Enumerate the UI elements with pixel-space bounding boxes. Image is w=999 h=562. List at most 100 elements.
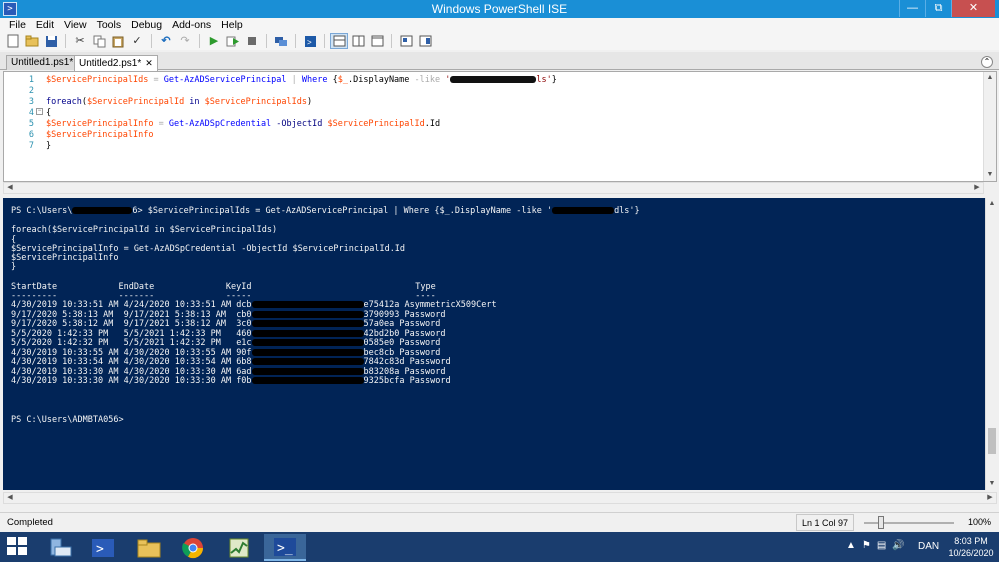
menu-file[interactable]: File (4, 18, 31, 32)
console-horizontal-scrollbar[interactable]: ◀ ▶ (3, 492, 997, 504)
redaction-scribble (552, 207, 615, 214)
redaction-scribble (251, 367, 364, 375)
title-bar[interactable]: > Windows PowerShell ISE — ⧉ ✕ (0, 0, 999, 18)
close-button[interactable]: ✕ (951, 0, 995, 17)
key-id-cell-end: 9325bcfa (363, 376, 405, 386)
menu-debug[interactable]: Debug (126, 18, 167, 32)
end-date-cell: 4/24/2020 10:33:51 AM (123, 300, 232, 310)
menu-edit[interactable]: Edit (31, 18, 59, 32)
windows-start-icon[interactable] (6, 536, 30, 558)
console-command-line: PS C:\Users\ 6> $ServicePrincipalIds = Ge… (11, 206, 640, 216)
scroll-down-icon[interactable]: ▼ (984, 169, 996, 181)
clock-date: 10/26/2020 (948, 548, 994, 558)
file-explorer-icon[interactable] (128, 534, 170, 561)
remote-powershell-icon[interactable] (272, 33, 290, 49)
show-script-pane-right-icon[interactable] (349, 33, 367, 49)
volume-icon[interactable]: 🔊 (892, 540, 904, 551)
token: { (327, 75, 338, 85)
token: ' (440, 75, 451, 85)
new-file-icon[interactable] (4, 33, 22, 49)
redaction-scribble (251, 348, 364, 356)
server-manager-icon[interactable] (40, 534, 82, 561)
show-script-pane-top-icon[interactable] (330, 33, 348, 49)
key-id-cell-end: 57a0ea (363, 319, 395, 329)
paste-icon[interactable] (109, 33, 127, 49)
scroll-right-icon[interactable]: ▶ (971, 183, 983, 193)
collapse-script-pane-icon[interactable]: ⌃ (981, 56, 993, 68)
show-command-addon-icon[interactable] (416, 33, 434, 49)
end-date-cell: 4/30/2020 10:33:55 AM (123, 347, 232, 358)
line-number: 3 (28, 97, 34, 107)
show-script-pane-maximized-icon[interactable] (368, 33, 386, 49)
editor-vertical-scrollbar[interactable]: ▲ ▼ (983, 72, 996, 181)
copy-icon[interactable] (90, 33, 108, 49)
zoom-slider-thumb[interactable] (878, 516, 884, 529)
show-command-window-icon[interactable] (397, 33, 415, 49)
scrollbar-thumb[interactable] (988, 428, 996, 454)
status-text: Completed (7, 517, 53, 528)
fold-toggle-icon[interactable]: − (36, 108, 43, 115)
console-info-var-line: $ServicePrincipalInfo (11, 253, 119, 263)
type-cell: Password (399, 347, 441, 358)
scroll-left-icon[interactable]: ◀ (4, 493, 16, 503)
line-number: 7 (28, 141, 34, 151)
minimize-button[interactable]: — (899, 0, 925, 17)
cut-icon[interactable]: ✂ (71, 33, 89, 49)
powershell-icon[interactable]: > (82, 534, 124, 561)
editor-horizontal-scrollbar[interactable]: ◀ ▶ (3, 182, 984, 194)
scroll-up-icon[interactable]: ▲ (986, 198, 998, 210)
token: .DisplayName (348, 75, 415, 85)
run-script-icon[interactable]: ▶ (205, 33, 223, 49)
key-id-cell-end: 0585e0 (363, 338, 395, 348)
console-vertical-scrollbar[interactable]: ▲ ▼ (985, 198, 997, 490)
clear-console-icon[interactable]: ✓ (128, 33, 146, 49)
menu-help[interactable]: Help (216, 18, 248, 32)
chrome-icon[interactable] (172, 534, 214, 561)
save-icon[interactable] (42, 33, 60, 49)
scroll-right-icon[interactable]: ▶ (984, 493, 996, 503)
token: = (148, 75, 164, 85)
menu-tools[interactable]: Tools (92, 18, 127, 32)
scroll-up-icon[interactable]: ▲ (984, 72, 996, 84)
input-language[interactable]: DAN (918, 541, 939, 552)
token: -ObjectId (271, 119, 328, 129)
taskbar: > >_ ▲ ⚑ ▤ 🔊 DAN 8:03 PM 10/26/2020 (0, 532, 999, 562)
token: in (184, 97, 205, 107)
run-selection-icon[interactable] (224, 33, 242, 49)
close-tab-icon[interactable]: ✕ (145, 58, 153, 68)
scroll-left-icon[interactable]: ◀ (4, 183, 16, 193)
tab-untitled2[interactable]: Untitled2.ps1* ✕ (74, 55, 158, 71)
end-date-cell: 4/30/2020 10:33:54 AM (123, 357, 232, 367)
powershell-ise-icon[interactable]: >_ (264, 534, 306, 561)
line-number: 5 (28, 119, 34, 129)
redaction-scribble (251, 301, 364, 308)
show-hidden-icons-icon[interactable]: ▲ (846, 540, 856, 551)
redo-icon[interactable]: ↷ (176, 33, 194, 49)
output-table-row: 4/30/2019 10:33:55 AM 4/30/2020 10:33:55… (11, 348, 440, 358)
task-manager-icon[interactable] (218, 534, 260, 561)
console-foreach-line: foreach($ServicePrincipalId in $ServiceP… (11, 225, 278, 235)
start-powershell-icon[interactable]: > (301, 33, 319, 49)
menu-view[interactable]: View (59, 18, 92, 32)
console-prompt[interactable]: PS C:\Users\ADMBTA056> (11, 415, 124, 425)
output-table-row: 4/30/2019 10:33:54 AM 4/30/2020 10:33:54… (11, 357, 451, 367)
type-cell: Password (409, 357, 451, 367)
redaction-scribble (251, 358, 364, 365)
network-icon[interactable]: ⚑ (862, 540, 871, 551)
menu-addons[interactable]: Add-ons (167, 18, 216, 32)
open-folder-icon[interactable] (23, 33, 41, 49)
scroll-down-icon[interactable]: ▼ (986, 478, 998, 490)
output-table-row: 4/30/2019 10:33:51 AM 4/24/2020 10:33:51… (11, 300, 497, 310)
redaction-scribble (251, 310, 364, 318)
restore-button[interactable]: ⧉ (925, 0, 951, 17)
stop-icon[interactable] (243, 33, 261, 49)
token: ls' (536, 75, 552, 85)
key-id-cell-end: 3790993 (363, 309, 400, 320)
tab-untitled1[interactable]: Untitled1.ps1* (6, 55, 79, 70)
console-pane[interactable]: PS C:\Users\ 6> $ServicePrincipalIds = Ge… (3, 198, 985, 490)
undo-icon[interactable]: ↶ (157, 33, 175, 49)
clock[interactable]: 8:03 PM 10/26/2020 (946, 535, 996, 559)
network-status-icon[interactable]: ▤ (877, 540, 886, 551)
token: $ServicePrincipalInfo (46, 130, 154, 140)
script-editor[interactable]: 1 2 3 4 5 6 7 − $ServicePrincipalIds = G… (3, 71, 997, 182)
